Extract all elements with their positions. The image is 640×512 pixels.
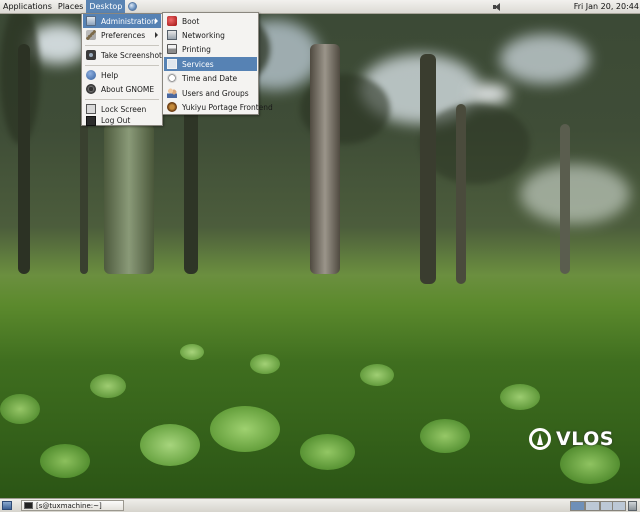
show-desktop-icon[interactable]	[2, 501, 12, 510]
menu-item-about-gnome[interactable]: About GNOME	[83, 82, 161, 96]
printer-icon	[167, 44, 177, 54]
menu-applications[interactable]: Applications	[0, 0, 55, 13]
volume-icon[interactable]	[492, 2, 504, 12]
users-icon	[167, 88, 177, 98]
workspace-4[interactable]	[612, 501, 626, 511]
lock-icon	[86, 104, 96, 114]
menu-item-time-and-date[interactable]: Time and Date	[164, 71, 257, 85]
desktop-menu: Administration Preferences Take Screensh…	[81, 13, 169, 126]
menu-separator	[85, 65, 159, 66]
menu-item-take-screenshot[interactable]: Take Screenshot...	[83, 48, 169, 62]
menu-item-lock-screen[interactable]: Lock Screen	[83, 102, 161, 116]
menu-item-administration[interactable]: Administration	[83, 14, 161, 28]
clock[interactable]: Fri Jan 20, 20:44	[574, 0, 640, 13]
logout-icon	[86, 115, 96, 126]
submenu-arrow-icon	[155, 18, 158, 24]
menu-separator	[85, 99, 159, 100]
menu-item-printing[interactable]: Printing	[164, 42, 257, 56]
workspace-2[interactable]	[585, 501, 600, 511]
menu-item-networking[interactable]: Networking	[164, 28, 257, 42]
camera-icon	[86, 50, 96, 60]
workspace-1[interactable]	[570, 501, 585, 511]
administration-submenu: Boot Networking Printing Services Time a…	[162, 12, 273, 115]
clock-icon	[167, 73, 177, 83]
menu-separator	[85, 45, 159, 46]
network-icon	[167, 30, 177, 40]
preferences-icon	[86, 30, 96, 40]
taskbar-button-terminal[interactable]: [s@tuxmachine:~]	[21, 500, 124, 511]
web-browser-icon[interactable]	[128, 2, 138, 11]
gnome-icon	[86, 84, 96, 94]
yukiyu-icon	[167, 102, 177, 112]
menu-item-yukiyu-portage-frontend[interactable]: Yukiyu Portage Frontend	[164, 100, 273, 114]
menu-item-users-and-groups[interactable]: Users and Groups	[164, 86, 257, 100]
vlos-logo-icon	[529, 428, 552, 450]
services-icon	[167, 59, 177, 69]
submenu-arrow-icon	[155, 32, 158, 38]
menu-desktop[interactable]: Desktop	[86, 0, 126, 13]
boot-icon	[167, 16, 177, 26]
trash-icon[interactable]	[628, 501, 637, 511]
clock-text: Fri Jan 20, 20:44	[573, 2, 639, 11]
menu-item-preferences[interactable]: Preferences	[83, 28, 161, 42]
vlos-logo: VLOS	[529, 428, 614, 450]
administration-icon	[86, 16, 96, 26]
menu-places[interactable]: Places	[55, 0, 86, 13]
bottom-panel: [s@tuxmachine:~]	[0, 498, 640, 512]
menu-item-services[interactable]: Services	[164, 57, 257, 71]
menu-item-log-out[interactable]: Log Out	[83, 115, 161, 126]
menu-item-boot[interactable]: Boot	[164, 14, 257, 28]
menu-item-help[interactable]: Help	[83, 68, 161, 82]
top-panel: Applications Places Desktop	[0, 0, 640, 14]
help-icon	[86, 70, 96, 80]
terminal-icon	[24, 502, 33, 509]
